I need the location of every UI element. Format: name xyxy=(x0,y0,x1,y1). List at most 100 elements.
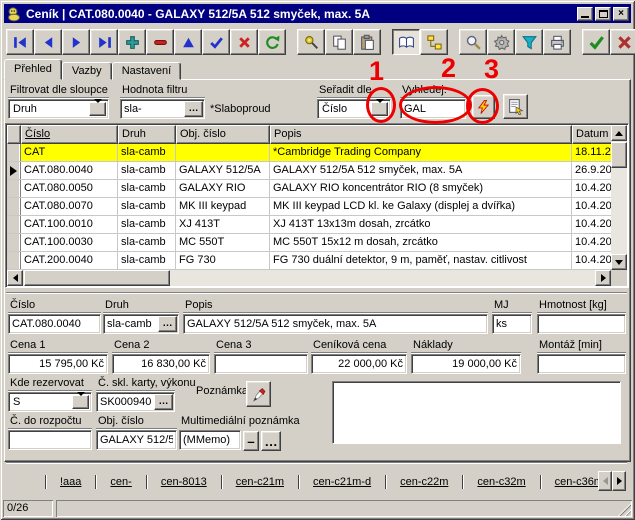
nav-prev-button[interactable] xyxy=(34,29,62,55)
dataset-link[interactable]: cen-c32m xyxy=(464,476,538,488)
table-row[interactable]: CAT.200.0040sla-cambFG 730FG 730 duální … xyxy=(7,252,611,270)
refresh-button[interactable] xyxy=(258,29,286,55)
field-druh-ellipsis-button[interactable]: … xyxy=(158,316,177,332)
ok-button[interactable] xyxy=(582,29,610,55)
field-mmemo-input[interactable] xyxy=(179,430,241,450)
grid-vertical-scrollbar[interactable] xyxy=(611,125,627,270)
field-cislo-input[interactable] xyxy=(8,314,101,334)
field-hmotnost-input[interactable] xyxy=(537,314,626,334)
close-button[interactable]: × xyxy=(613,7,629,21)
field-kde-rezervovat-combo[interactable]: S xyxy=(8,392,92,412)
table-cell: sla-camb xyxy=(118,162,176,179)
field-naklady-label: Náklady xyxy=(411,339,521,353)
table-row[interactable]: CAT.100.0030sla-cambMC 550TMC 550T 15x12… xyxy=(7,234,611,252)
linkbar-right-button[interactable] xyxy=(612,471,626,491)
field-cenikova-cena-input[interactable] xyxy=(311,354,407,374)
paste-button[interactable] xyxy=(353,29,381,55)
nav-next-button[interactable] xyxy=(62,29,90,55)
field-mj-input[interactable] xyxy=(492,314,532,334)
linkbar-left-button[interactable] xyxy=(598,471,612,491)
horizontal-scroll-thumb[interactable] xyxy=(24,270,170,286)
edit-button[interactable] xyxy=(174,29,202,55)
book-button[interactable] xyxy=(392,29,420,55)
maximize-icon xyxy=(599,10,608,18)
grid-header-cislo[interactable]: Číslo xyxy=(21,125,118,144)
cancel-all-button[interactable] xyxy=(610,29,635,55)
sort-dropdown-button[interactable] xyxy=(371,102,388,116)
grid-header-obj-cislo[interactable]: Obj. číslo xyxy=(176,125,270,144)
dataset-link[interactable]: cen-8013 xyxy=(148,476,220,488)
link-separator xyxy=(146,475,147,489)
field-hmotnost: Hmotnost [kg] xyxy=(537,299,626,334)
poznamka2-memo[interactable] xyxy=(332,381,621,444)
field-naklady-input[interactable] xyxy=(411,354,521,374)
table-cell: MK III keypad xyxy=(176,198,270,215)
settings-button[interactable] xyxy=(487,29,515,55)
grid-header-popis[interactable]: Popis xyxy=(270,125,572,144)
minus-icon: – xyxy=(247,434,254,449)
table-cell: sla-camb xyxy=(118,180,176,197)
filter-value-ellipsis-button[interactable]: … xyxy=(184,101,203,117)
field-montaz-input[interactable] xyxy=(537,354,626,374)
post-button[interactable] xyxy=(202,29,230,55)
field-popis-input[interactable] xyxy=(183,314,488,334)
grid-header-druh[interactable]: Druh xyxy=(118,125,176,144)
search-input[interactable] xyxy=(400,99,466,119)
field-cena2-input[interactable] xyxy=(112,354,210,374)
grid-header-datum[interactable]: Datum xyxy=(572,125,613,144)
scroll-up-button[interactable] xyxy=(611,125,627,141)
filter-column-combo[interactable]: Druh xyxy=(8,99,109,119)
table-row[interactable]: CAT.080.0070sla-cambMK III keypadMK III … xyxy=(7,198,611,216)
mmemo-minus-button[interactable]: – xyxy=(243,431,259,451)
print-button[interactable] xyxy=(543,29,571,55)
mmemo-ellipsis-button[interactable]: … xyxy=(261,431,281,451)
field-cena3: Cena 3 xyxy=(214,339,308,374)
nav-first-button[interactable] xyxy=(6,29,34,55)
scroll-right-button[interactable] xyxy=(595,270,611,286)
scroll-down-button[interactable] xyxy=(611,254,627,270)
sort-combo[interactable]: Číslo xyxy=(317,99,391,119)
field-obj-cislo-input[interactable] xyxy=(96,430,177,450)
hierarchy-button[interactable] xyxy=(420,29,448,55)
search-execute-button[interactable] xyxy=(472,95,495,119)
delete-button[interactable] xyxy=(146,29,174,55)
poznamka2-button[interactable] xyxy=(246,381,271,407)
field-cena3-input[interactable] xyxy=(214,354,308,374)
scroll-left-button[interactable] xyxy=(7,270,23,286)
dataset-link[interactable]: cen-c22m xyxy=(387,476,461,488)
field-cena1-input[interactable] xyxy=(8,354,108,374)
table-row[interactable]: CAT.080.0040sla-cambGALAXY 512/5AGALAXY … xyxy=(7,162,611,180)
field-skl-karta-ellipsis-button[interactable]: … xyxy=(154,394,173,410)
search-button[interactable] xyxy=(459,29,487,55)
dataset-link[interactable]: !aaa xyxy=(47,476,94,488)
filter-column-dropdown-button[interactable] xyxy=(89,102,106,116)
resize-grip-icon[interactable] xyxy=(618,503,631,516)
tab-prehled[interactable]: Přehled xyxy=(4,59,62,80)
ellipsis-icon: … xyxy=(159,396,169,407)
cancel-button[interactable] xyxy=(230,29,258,55)
vertical-scroll-thumb[interactable] xyxy=(611,142,627,168)
tab-nastaveni[interactable]: Nastavení xyxy=(112,62,182,80)
report-button[interactable] xyxy=(503,94,528,119)
field-rozpocet-input[interactable] xyxy=(8,430,92,450)
table-cell: FG 730 duální detektor, 9 m, paměť, nast… xyxy=(270,252,572,269)
maximize-button[interactable] xyxy=(595,7,611,21)
copy-button[interactable] xyxy=(325,29,353,55)
pin-button[interactable] xyxy=(297,29,325,55)
add-button[interactable] xyxy=(118,29,146,55)
minimize-button[interactable] xyxy=(577,7,593,21)
filter-button[interactable] xyxy=(515,29,543,55)
dataset-link[interactable]: cen-c21m xyxy=(223,476,297,488)
filter-value-field: Hodnota filtru … xyxy=(120,84,205,119)
grid-horizontal-scrollbar[interactable] xyxy=(7,270,611,286)
field-kde-rezervovat-value: S xyxy=(13,396,20,408)
tab-vazby[interactable]: Vazby xyxy=(62,62,112,80)
dataset-link[interactable]: cen-c21m-d xyxy=(300,476,384,488)
table-row[interactable]: CAT.100.0010sla-cambXJ 413TXJ 413T 13x13… xyxy=(7,216,611,234)
kde-rezervovat-dropdown-button[interactable] xyxy=(72,395,89,409)
table-row[interactable]: CATsla-camb*Cambridge Trading Company18.… xyxy=(7,144,611,162)
nav-last-button[interactable] xyxy=(90,29,118,55)
table-cell: sla-camb xyxy=(118,252,176,269)
dataset-link[interactable]: cen- xyxy=(97,476,144,488)
table-row[interactable]: CAT.080.0050sla-cambGALAXY RIOGALAXY RIO… xyxy=(7,180,611,198)
